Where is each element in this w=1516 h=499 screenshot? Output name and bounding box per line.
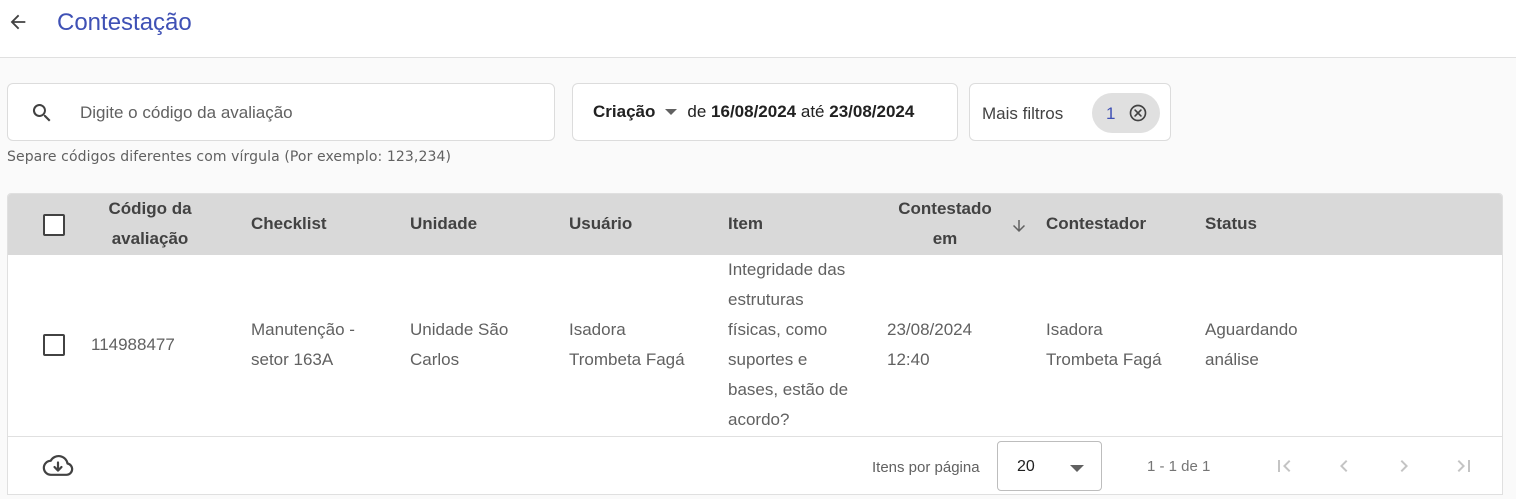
date-to-label: até [800, 102, 825, 121]
table-footer: Itens por página 20 1 - 1 de 1 [8, 436, 1502, 494]
cell-user: Isadora Trombeta Fagá [569, 315, 685, 375]
column-header-contested-at-line1: Contestado [898, 199, 992, 218]
cell-item: Integridade das estruturas físicas, como… [728, 255, 848, 435]
date-field-select[interactable]: Criação [593, 102, 655, 122]
cell-checklist: Manutenção - setor 163A [251, 315, 355, 375]
column-header-contester[interactable]: Contestador [1046, 209, 1146, 239]
column-header-item[interactable]: Item [728, 209, 763, 239]
select-all-checkbox[interactable] [43, 214, 65, 236]
caret-down-icon [665, 109, 678, 115]
active-filters-chip[interactable]: 1 [1092, 93, 1160, 133]
cell-item-line: suportes e [728, 350, 808, 369]
pagination-range: 1 - 1 de 1 [1147, 458, 1211, 475]
cell-checklist-line: Manutenção - [251, 320, 355, 339]
back-button[interactable] [4, 8, 32, 36]
search-input[interactable] [78, 98, 542, 128]
arrow-left-icon [10, 14, 26, 30]
cell-contester: Isadora Trombeta Fagá [1046, 315, 1162, 375]
cell-contested-date: 23/08/2024 [887, 320, 973, 339]
previous-page-icon[interactable] [1332, 454, 1356, 478]
cell-status: Aguardando análise [1205, 315, 1298, 375]
search-icon [32, 104, 51, 122]
search-box [7, 83, 555, 141]
column-header-code-line2: avaliação [111, 229, 189, 248]
column-header-user[interactable]: Usuário [569, 209, 632, 239]
date-to[interactable]: 23/08/2024 [829, 102, 914, 122]
column-header-contested-at[interactable]: Contestado em [887, 194, 1003, 254]
row-checkbox[interactable] [43, 334, 65, 356]
cell-status-line: Aguardando [1205, 320, 1298, 339]
column-header-code[interactable]: Código da avaliação [98, 194, 202, 254]
cell-item-line: bases, estão de [728, 380, 849, 399]
top-bar: Contestação [0, 0, 1516, 58]
date-filter[interactable]: Criação de 16/08/2024 até 23/08/2024 [572, 83, 958, 141]
caret-down-icon [1070, 465, 1084, 472]
sort-arrow-down-icon[interactable] [1010, 216, 1028, 236]
cell-unit: Unidade São Carlos [410, 315, 508, 375]
date-from-label: de [687, 102, 707, 121]
cell-checklist-line: setor 163A [251, 350, 334, 369]
cloud-download-icon[interactable] [42, 452, 74, 480]
column-header-contested-at-line2: em [932, 229, 958, 248]
column-header-unit[interactable]: Unidade [410, 209, 477, 239]
cell-user-line: Trombeta Fagá [569, 350, 685, 369]
cell-item-line: acordo? [728, 410, 790, 429]
column-header-code-line1: Código da [108, 199, 192, 218]
clear-filters-icon[interactable] [1128, 103, 1148, 123]
last-page-icon[interactable] [1452, 454, 1476, 478]
page-title: Contestação [57, 9, 192, 36]
cell-status-line: análise [1205, 350, 1259, 369]
cell-item-line: Integridade das [728, 260, 846, 279]
cell-contested-time: 12:40 [887, 350, 930, 369]
cell-contester-line: Trombeta Fagá [1046, 350, 1162, 369]
cell-item-line: estruturas [728, 290, 804, 309]
cell-user-line: Isadora [569, 320, 626, 339]
more-filters-button[interactable]: Mais filtros 1 [969, 83, 1171, 141]
first-page-icon[interactable] [1272, 454, 1296, 478]
items-per-page-select[interactable]: 20 [997, 441, 1102, 491]
cell-unit-line: Carlos [410, 350, 460, 369]
column-header-status[interactable]: Status [1205, 209, 1257, 239]
contestations-table: Código da avaliação Checklist Unidade Us… [7, 193, 1503, 495]
search-hint: Separe códigos diferentes com vírgula (P… [7, 149, 452, 165]
items-per-page-label: Itens por página [872, 459, 980, 476]
more-filters-label: Mais filtros [982, 104, 1064, 123]
cell-code: 114988477 [91, 335, 175, 354]
items-per-page-value: 20 [1017, 458, 1035, 475]
cell-item-line: físicas, como [728, 320, 828, 339]
next-page-icon[interactable] [1392, 454, 1416, 478]
active-filters-count: 1 [1106, 104, 1116, 123]
cell-contester-line: Isadora [1046, 320, 1103, 339]
date-from[interactable]: 16/08/2024 [711, 102, 796, 122]
cell-unit-line: Unidade São [410, 320, 509, 339]
table-header: Código da avaliação Checklist Unidade Us… [8, 194, 1502, 255]
cell-contested-at: 23/08/2024 12:40 [887, 315, 972, 375]
column-header-checklist[interactable]: Checklist [251, 209, 327, 239]
table-row[interactable]: 114988477 Manutenção - setor 163A Unidad… [8, 255, 1502, 437]
